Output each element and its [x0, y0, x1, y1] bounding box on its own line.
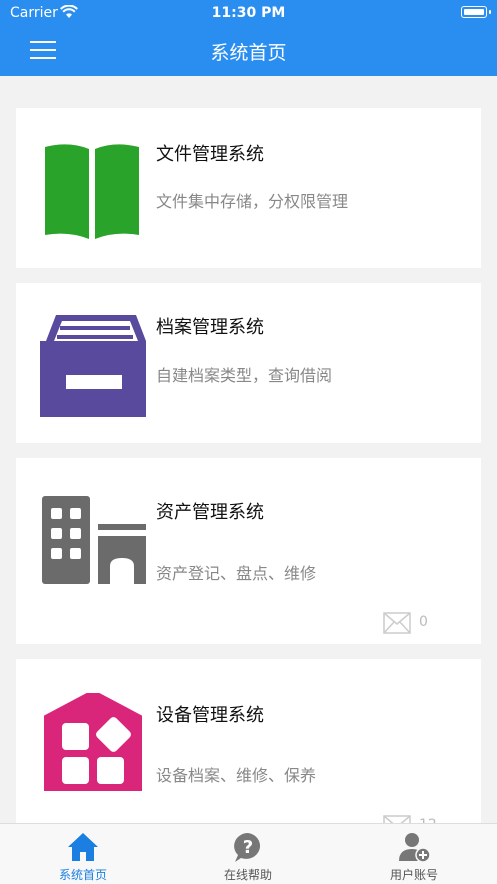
battery-icon	[461, 6, 487, 18]
message-count: 0	[419, 614, 428, 630]
card-desc: 自建档案类型，查询借阅	[156, 366, 333, 385]
navbar: 系统首页	[0, 26, 497, 76]
card-desc: 资产登记、盘点、维修	[156, 564, 317, 583]
tab-account[interactable]: 用户账号	[331, 824, 497, 884]
card-title: 资产管理系统	[156, 502, 264, 523]
card-title: 文件管理系统	[156, 144, 264, 165]
tab-label: 在线帮助	[223, 868, 272, 882]
clock: 11:30 PM	[211, 5, 286, 21]
help-icon: ?	[232, 832, 264, 868]
card-file-management[interactable]: 文件管理系统 文件集中存储，分权限管理	[16, 108, 481, 268]
tab-label: 系统首页	[58, 868, 107, 882]
card-archive-management[interactable]: 档案管理系统 自建档案类型，查询借阅	[16, 283, 481, 443]
archive-box-icon	[40, 311, 148, 423]
tab-home[interactable]: 系统首页	[0, 824, 166, 884]
home-icon	[67, 832, 99, 866]
svg-text:?: ?	[243, 837, 253, 858]
card-title: 设备管理系统	[156, 705, 264, 726]
tab-help[interactable]: ? 在线帮助	[165, 824, 331, 884]
tab-label: 用户账号	[389, 868, 438, 882]
user-add-icon	[399, 832, 431, 866]
card-desc: 设备档案、维修、保养	[156, 766, 317, 785]
book-icon	[41, 141, 143, 243]
card-asset-management[interactable]: 资产管理系统 资产登记、盘点、维修 0	[16, 458, 481, 644]
status-bar: Carrier 11:30 PM	[0, 0, 497, 26]
tab-bar: 系统首页 ? 在线帮助 用户账号	[0, 823, 497, 884]
card-title: 档案管理系统	[156, 317, 264, 338]
card-desc: 文件集中存储，分权限管理	[156, 192, 349, 211]
page-title: 系统首页	[210, 42, 287, 64]
device-house-icon	[41, 690, 145, 795]
battery-tip	[489, 10, 491, 14]
mail-icon[interactable]	[383, 612, 411, 638]
buildings-icon	[42, 496, 146, 590]
